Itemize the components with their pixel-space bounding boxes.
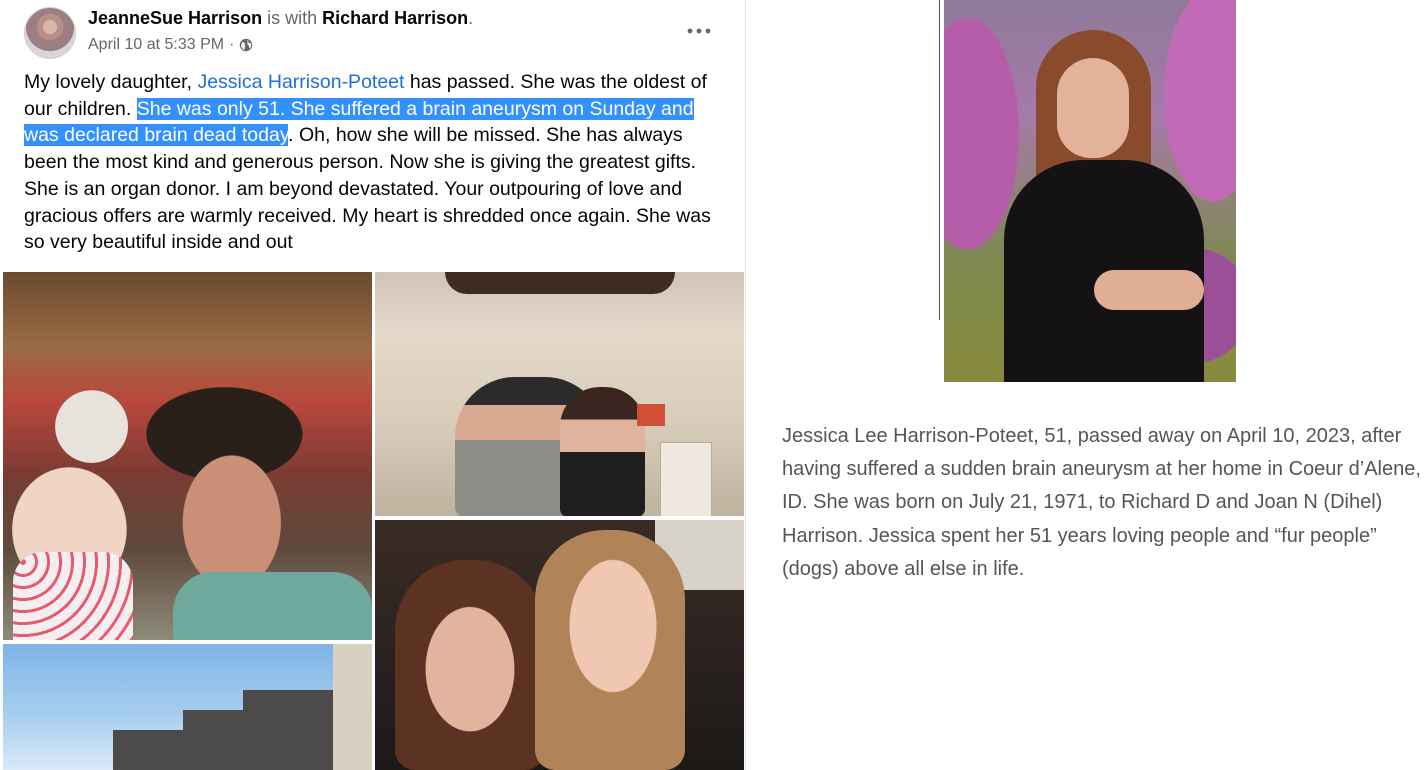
with-text: is with xyxy=(267,8,318,28)
post-header: JeanneSue Harrison is with Richard Harri… xyxy=(88,8,473,29)
post-body: My lovely daughter, Jessica Harrison-Pot… xyxy=(24,69,729,256)
meta-separator: · xyxy=(229,36,235,53)
globe-icon[interactable] xyxy=(239,38,253,52)
post-text-part1: My lovely daughter, xyxy=(24,71,198,93)
photo-couple-kitchen[interactable] xyxy=(375,272,744,516)
photo-detail-house xyxy=(113,730,183,770)
photo-detail-house xyxy=(243,690,333,770)
photo-detail-face-left xyxy=(395,560,545,770)
photo-detail-building xyxy=(333,644,372,770)
author-avatar[interactable] xyxy=(24,7,76,59)
photo-detail-face-right xyxy=(535,530,685,770)
photo-restaurant[interactable] xyxy=(3,272,372,640)
photo-detail-woman xyxy=(560,387,645,516)
photo-detail-woman xyxy=(173,572,372,640)
photo-detail-sign xyxy=(637,404,665,426)
more-options-icon[interactable] xyxy=(686,18,712,44)
photo-detail-door xyxy=(660,442,712,516)
portrait-arms xyxy=(1094,270,1204,310)
facebook-post: JeanneSue Harrison is with Richard Harri… xyxy=(0,0,746,770)
header-period: . xyxy=(468,8,474,28)
tagged-person[interactable]: Richard Harrison xyxy=(322,8,468,28)
photo-selfie[interactable] xyxy=(375,520,744,770)
photo-detail-fan xyxy=(445,272,675,294)
post-meta: April 10 at 5:33 PM · xyxy=(88,36,253,54)
author-name[interactable]: JeanneSue Harrison xyxy=(88,8,262,28)
portrait-photo xyxy=(944,0,1236,382)
photo-detail-baby xyxy=(13,552,133,640)
obituary-text: Jessica Lee Harrison-Poteet, 51, passed … xyxy=(782,425,1421,580)
photo-detail-house xyxy=(183,710,243,770)
post-timestamp[interactable]: April 10 at 5:33 PM xyxy=(88,36,224,54)
mention-link[interactable]: Jessica Harrison-Poteet xyxy=(197,71,404,93)
portrait-face xyxy=(1057,58,1129,158)
divider-line xyxy=(939,0,940,320)
photo-houses[interactable] xyxy=(3,644,372,770)
